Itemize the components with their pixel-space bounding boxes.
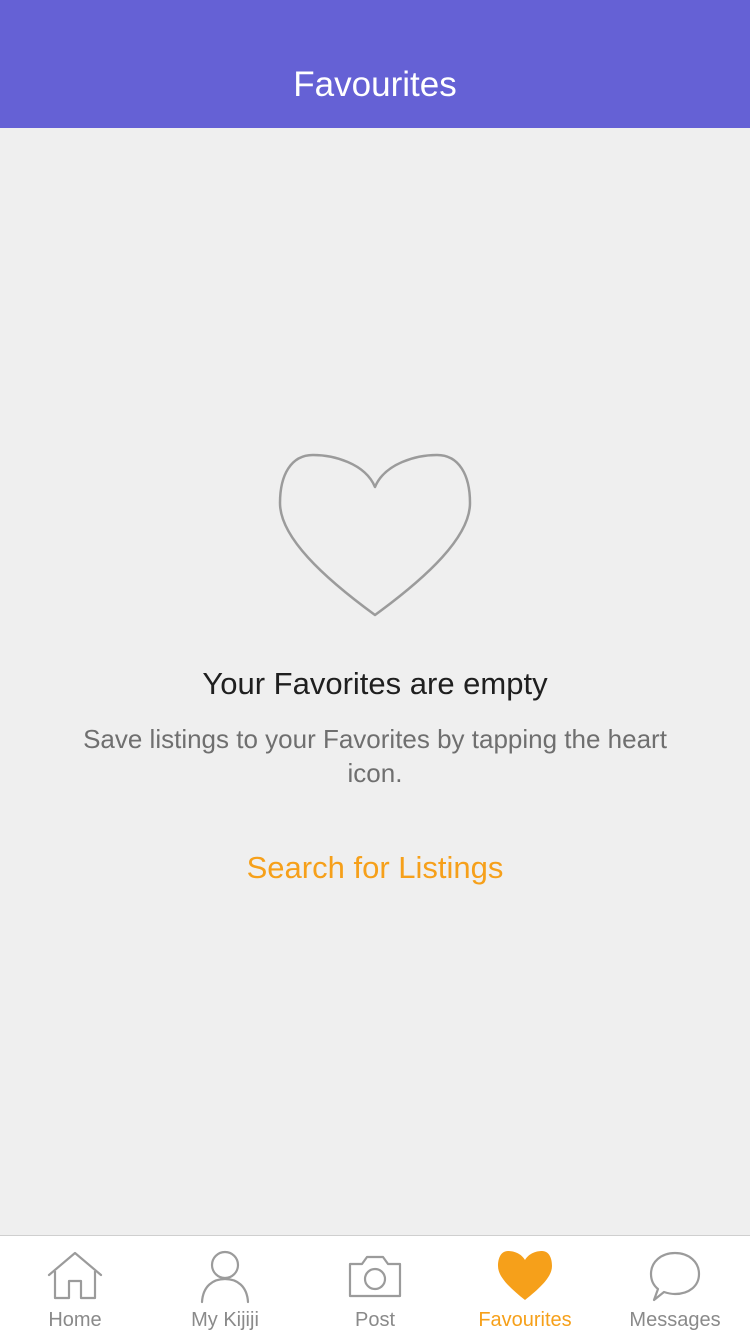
tab-home-label: Home <box>48 1309 102 1331</box>
tab-my-kijiji[interactable]: My Kijiji <box>150 1236 300 1334</box>
top-bar: Favourites <box>0 0 750 128</box>
tab-messages[interactable]: Messages <box>600 1236 750 1334</box>
tab-post[interactable]: Post <box>300 1236 450 1334</box>
tab-messages-label: Messages <box>629 1309 721 1331</box>
empty-state-title: Your Favorites are empty <box>202 666 548 701</box>
page-title: Favourites <box>293 65 457 104</box>
camera-icon <box>348 1255 402 1298</box>
chat-bubble-icon <box>649 1251 701 1302</box>
tab-favourites-label: Favourites <box>478 1309 572 1331</box>
bottom-tab-bar: Home My Kijiji Post Favourites Messages <box>0 1235 750 1334</box>
empty-state-description: Save listings to your Favorites by tappi… <box>83 724 667 788</box>
heart-icon <box>498 1251 552 1300</box>
user-icon <box>200 1250 250 1304</box>
search-for-listings-link[interactable]: Search for Listings <box>175 850 575 886</box>
tab-home[interactable]: Home <box>0 1236 150 1334</box>
heart-outline-icon <box>278 453 472 617</box>
empty-state: Your Favorites are empty Save listings t… <box>0 128 750 1235</box>
tab-post-label: Post <box>354 1309 396 1331</box>
home-icon <box>47 1251 103 1300</box>
tab-favourites[interactable]: Favourites <box>450 1236 600 1334</box>
tab-my-kijiji-label: My Kijiji <box>191 1309 259 1331</box>
